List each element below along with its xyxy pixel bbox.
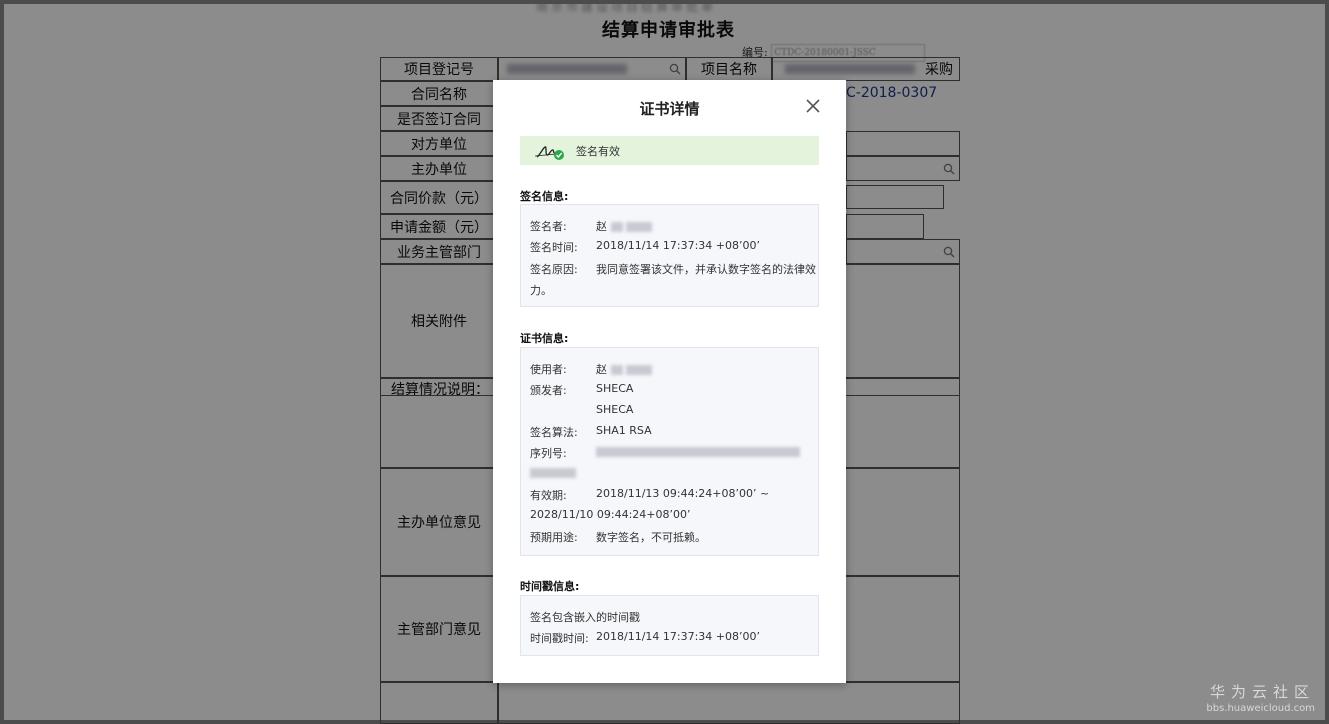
- certificate-detail-dialog: 证书详情 签名有效 签名信息: 签名者: 赵 签名时间: 2018/11/14 …: [493, 80, 846, 683]
- certificate-info-title: 证书信息:: [520, 332, 569, 345]
- cert-usage-row: 预期用途: 数字签名，不可抵赖。: [530, 529, 706, 545]
- cert-user-value: 赵: [596, 363, 607, 376]
- cert-user-blurred-1: [610, 365, 623, 375]
- watermark-url: bbs.huaweicloud.com: [1206, 703, 1315, 714]
- sign-reason-row-cont: 力。: [530, 284, 552, 297]
- cert-serial-row-cont: [530, 466, 576, 479]
- cert-issuer-value-2: SHECA: [596, 403, 634, 416]
- cert-validity-label: 有效期:: [530, 489, 567, 502]
- cert-user-label: 使用者:: [530, 363, 567, 376]
- close-icon[interactable]: [804, 97, 822, 115]
- certificate-info-box: 使用者: 赵 颁发者: SHECA SHECA 签名算法: SHA1 RSA 序…: [520, 347, 819, 556]
- cert-validity-row-cont: 2028/11/10 09:44:24+08’00’: [530, 508, 691, 521]
- cert-user-row: 使用者: 赵: [530, 361, 652, 377]
- timestamp-time-row: 时间戳时间: 2018/11/14 17:37:34 +08’00’: [530, 630, 760, 646]
- cert-user-value-wrap: 赵: [596, 361, 652, 377]
- cert-user-blurred-2: [626, 365, 652, 375]
- sign-reason-label: 签名原因:: [530, 263, 578, 276]
- cert-issuer-label: 颁发者:: [530, 384, 567, 397]
- cert-usage-label: 预期用途:: [530, 531, 578, 544]
- timestamp-info-title: 时间戳信息:: [520, 580, 580, 593]
- signature-info-title: 签名信息:: [520, 190, 569, 203]
- dialog-title: 证书详情: [639, 100, 700, 118]
- sign-reason-value: 我同意签署该文件，并承认数字签名的法律效: [596, 263, 816, 276]
- timestamp-info-box: 签名包含嵌入的时间戳 时间戳时间: 2018/11/14 17:37:34 +0…: [520, 595, 819, 656]
- signature-info-box: 签名者: 赵 签名时间: 2018/11/14 17:37:34 +08’00’…: [520, 204, 819, 307]
- cert-algo-label: 签名算法:: [530, 426, 578, 439]
- cert-usage-value: 数字签名，不可抵赖。: [596, 531, 706, 544]
- sign-time-value: 2018/11/14 17:37:34 +08’00’: [596, 239, 761, 252]
- cert-serial-row: 序列号:: [530, 445, 800, 461]
- signer-blurred-2: [626, 222, 652, 232]
- cert-serial-value-wrap: [596, 445, 800, 458]
- timestamp-time-label: 时间戳时间:: [530, 632, 589, 645]
- signer-value: 赵: [596, 220, 607, 233]
- signer-row: 签名者: 赵: [530, 218, 652, 234]
- timestamp-time-value: 2018/11/14 17:37:34 +08’00’: [596, 630, 761, 643]
- cert-serial-label: 序列号:: [530, 447, 567, 460]
- signer-label: 签名者:: [530, 220, 567, 233]
- signature-status-bar: 签名有效: [520, 136, 819, 165]
- signature-status-text: 签名有效: [576, 144, 620, 158]
- watermark: 华为云社区 bbs.huaweicloud.com: [1206, 681, 1315, 714]
- sign-time-label: 签名时间:: [530, 241, 578, 254]
- sign-time-row: 签名时间: 2018/11/14 17:37:34 +08’00’: [530, 239, 760, 255]
- signer-value-wrap: 赵: [596, 218, 652, 234]
- watermark-brand: 华为云社区: [1209, 683, 1315, 701]
- cert-serial-blurred: [596, 447, 800, 457]
- cert-algo-value: SHA1 RSA: [596, 424, 652, 437]
- cert-issuer-row: 颁发者: SHECA: [530, 382, 633, 398]
- timestamp-embedded-text: 签名包含嵌入的时间戳: [530, 611, 640, 624]
- cert-issuer-value-1: SHECA: [596, 382, 634, 395]
- cert-validity-value: 2018/11/13 09:44:24+08’00’ ~: [596, 487, 770, 500]
- signer-blurred-1: [610, 222, 623, 232]
- cert-validity-row: 有效期: 2018/11/13 09:44:24+08’00’ ~: [530, 487, 769, 503]
- cert-algo-row: 签名算法: SHA1 RSA: [530, 424, 652, 440]
- sign-reason-row: 签名原因: 我同意签署该文件，并承认数字签名的法律效: [530, 261, 816, 277]
- cert-serial-blurred-2: [530, 468, 576, 478]
- signature-valid-icon: [534, 145, 564, 160]
